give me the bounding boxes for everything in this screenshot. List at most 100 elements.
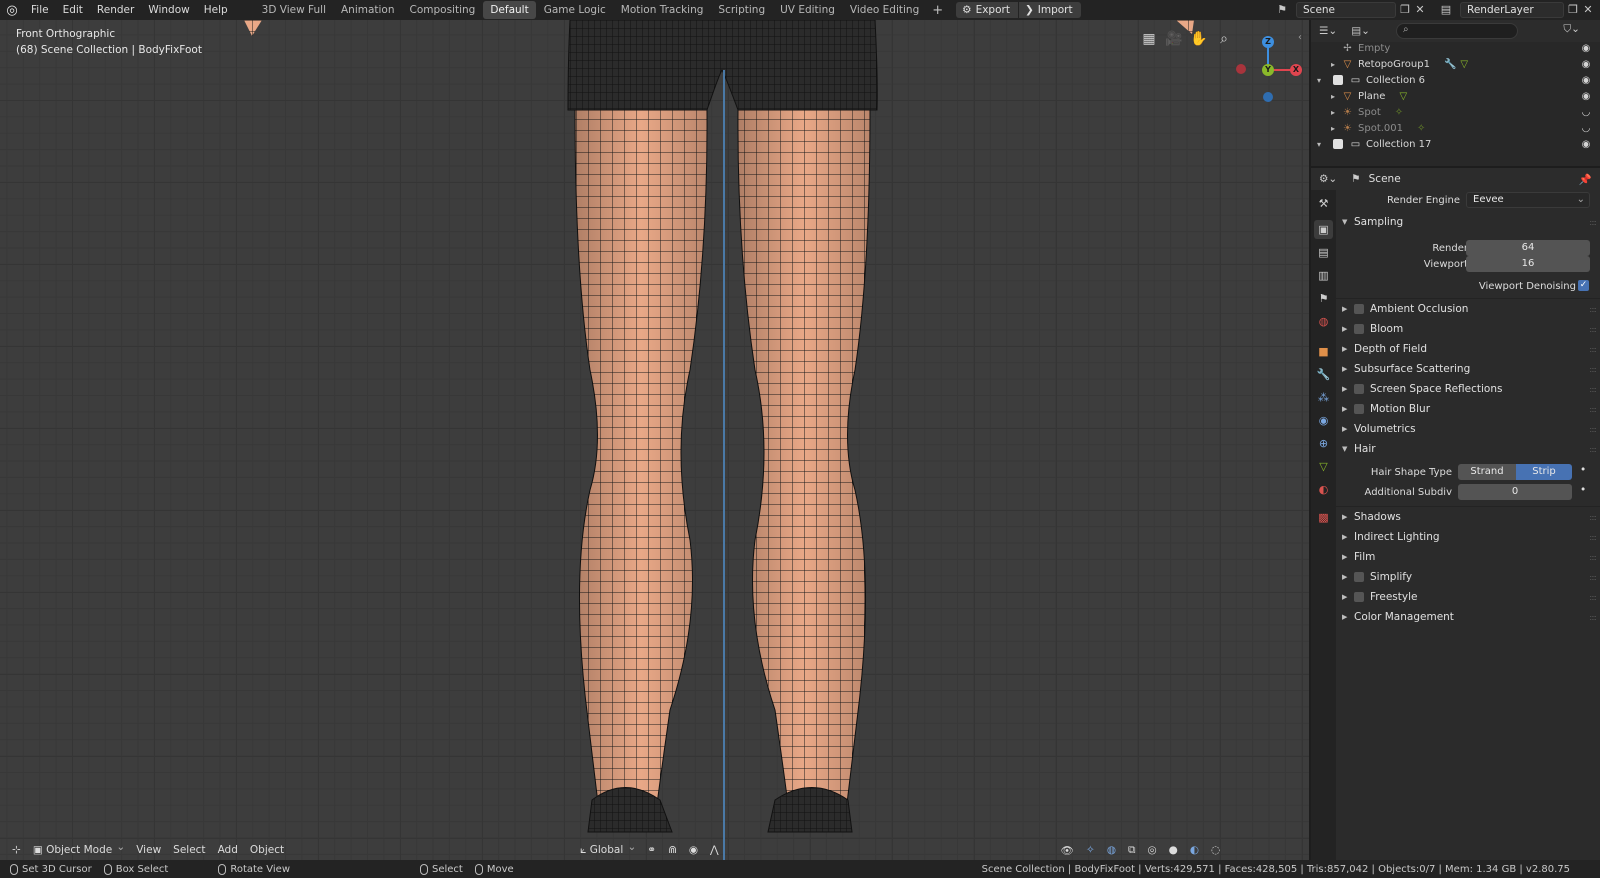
transform-orientation-selector[interactable]: ⟀ Global xyxy=(574,839,641,858)
gizmo-neg-z-axis[interactable] xyxy=(1263,92,1273,102)
expand-triangle-icon[interactable]: ▸ xyxy=(1331,124,1341,133)
screen-space-reflections-checkbox[interactable] xyxy=(1354,384,1364,394)
add-workspace-button[interactable]: + xyxy=(927,3,948,18)
snap-icon[interactable]: ⋒ xyxy=(662,844,683,856)
new-view-layer-icon[interactable]: ❐ xyxy=(1565,2,1581,18)
render-tab-icon[interactable]: ▣ xyxy=(1314,220,1333,239)
tab-uv-editing[interactable]: UV Editing xyxy=(773,1,842,19)
falloff-icon[interactable]: ⋀ xyxy=(704,844,725,856)
collection-checkbox[interactable] xyxy=(1333,75,1343,85)
mode-selector[interactable]: ▣ Object Mode xyxy=(27,839,130,858)
eye-icon[interactable]: ◉ xyxy=(1580,139,1592,150)
panel-grip-icon[interactable]: :::: xyxy=(1589,593,1597,602)
viewport-samples-field[interactable]: 16 xyxy=(1466,256,1590,272)
sampling-panel-header[interactable]: ▼ Sampling xyxy=(1342,216,1403,228)
gizmo-z-axis[interactable]: Z xyxy=(1262,36,1274,48)
view-layer-name-field[interactable]: RenderLayer xyxy=(1460,2,1564,18)
world-tab-icon[interactable]: ◍ xyxy=(1314,312,1333,331)
shading-solid-icon[interactable]: ● xyxy=(1163,844,1184,856)
eye-icon[interactable]: ◉ xyxy=(1580,91,1592,102)
blender-logo-icon[interactable]: ◎ xyxy=(0,0,24,20)
toolbar-collapse-icon[interactable]: ‹ xyxy=(1298,32,1308,48)
tab-3d-view-full[interactable]: 3D View Full xyxy=(255,1,333,19)
mesh-data-tab-icon[interactable]: ▽ xyxy=(1314,457,1333,476)
view-layer-tab-icon[interactable]: ▥ xyxy=(1314,266,1333,285)
panel-grip-icon[interactable]: :::: xyxy=(1589,218,1597,227)
eye-closed-icon[interactable]: ◡ xyxy=(1580,123,1592,134)
hair-panel-header[interactable]: ▼ Hair xyxy=(1342,443,1376,455)
outliner-row-spot[interactable]: ▸ ☀ Spot ✧ ◡ xyxy=(1311,104,1600,120)
panel-grip-icon[interactable]: :::: xyxy=(1589,425,1597,434)
shading-wireframe-icon[interactable]: ◎ xyxy=(1142,844,1163,856)
bloom-panel-header[interactable]: ▶ Bloom xyxy=(1342,323,1403,335)
menu-add[interactable]: Add xyxy=(212,844,244,856)
menu-object[interactable]: Object xyxy=(244,844,290,856)
modifier-tab-icon[interactable]: 🔧 xyxy=(1314,365,1333,384)
eye-closed-icon[interactable]: ◡ xyxy=(1580,107,1592,118)
shading-material-icon[interactable]: ◐ xyxy=(1184,844,1205,856)
filter-icon[interactable]: ⛉⌄ xyxy=(1563,23,1580,36)
panel-grip-icon[interactable]: :::: xyxy=(1589,305,1597,314)
panel-grip-icon[interactable]: :::: xyxy=(1589,405,1597,414)
gizmo-x-axis[interactable]: X xyxy=(1290,64,1302,76)
navigation-gizmo[interactable]: Z Y X xyxy=(1228,28,1302,102)
properties-editor-type-icon[interactable]: ⚙⌄ xyxy=(1319,173,1337,185)
new-scene-icon[interactable]: ❐ xyxy=(1397,2,1413,18)
depth-of-field-panel-header[interactable]: ▶ Depth of Field xyxy=(1342,343,1427,355)
keyframe-dot-icon[interactable]: • xyxy=(1580,484,1586,496)
panel-grip-icon[interactable]: :::: xyxy=(1589,513,1597,522)
outliner-row-plane[interactable]: ▸ ▽ Plane ▽ ◉ xyxy=(1311,88,1600,104)
gizmo-y-axis[interactable]: Y xyxy=(1262,64,1274,76)
visibility-icon[interactable]: 👁 xyxy=(1055,844,1080,857)
tab-animation[interactable]: Animation xyxy=(334,1,402,19)
tab-compositing[interactable]: Compositing xyxy=(403,1,483,19)
menu-file[interactable]: File xyxy=(24,0,56,20)
material-tab-icon[interactable]: ◐ xyxy=(1314,480,1333,499)
panel-grip-icon[interactable]: :::: xyxy=(1589,573,1597,582)
outliner-row-collection-17[interactable]: ▾ ▭ Collection 17 ◉ xyxy=(1311,136,1600,152)
collection-checkbox[interactable] xyxy=(1333,139,1343,149)
bloom-checkbox[interactable] xyxy=(1354,324,1364,334)
scene-tab-icon[interactable]: ⚑ xyxy=(1314,289,1333,308)
delete-view-layer-icon[interactable]: ✕ xyxy=(1580,2,1596,18)
editor-type-icon[interactable]: ⊹ xyxy=(6,844,27,856)
expand-triangle-icon[interactable]: ▸ xyxy=(1331,92,1341,101)
output-tab-icon[interactable]: ▤ xyxy=(1314,243,1333,262)
panel-grip-icon[interactable]: :::: xyxy=(1589,325,1597,334)
expand-triangle-icon[interactable]: ▸ xyxy=(1331,108,1341,117)
tool-tab-icon[interactable]: ⚒ xyxy=(1314,194,1333,213)
menu-help[interactable]: Help xyxy=(197,0,235,20)
tab-motion-tracking[interactable]: Motion Tracking xyxy=(614,1,711,19)
freestyle-panel-header[interactable]: ▶ Freestyle xyxy=(1342,591,1417,603)
pan-hand-icon[interactable]: ✋ xyxy=(1190,30,1208,48)
import-button[interactable]: ❯ Import xyxy=(1018,2,1081,18)
xray-toggle-icon[interactable]: ⧉ xyxy=(1122,844,1142,857)
delete-scene-icon[interactable]: ✕ xyxy=(1412,2,1428,18)
ambient-occlusion-checkbox[interactable] xyxy=(1354,304,1364,314)
color-management-panel-header[interactable]: ▶ Color Management xyxy=(1342,611,1454,623)
panel-grip-icon[interactable]: :::: xyxy=(1589,613,1597,622)
pin-icon[interactable]: 📌 xyxy=(1579,173,1592,186)
shadows-panel-header[interactable]: ▶ Shadows xyxy=(1342,511,1401,523)
outliner-row-retopogroup1[interactable]: ▸ ▽ RetopoGroup1 🔧 ▽ ◉ xyxy=(1311,56,1600,72)
motion-blur-checkbox[interactable] xyxy=(1354,404,1364,414)
physics-tab-icon[interactable]: ◉ xyxy=(1314,411,1333,430)
tab-video-editing[interactable]: Video Editing xyxy=(843,1,926,19)
outliner-editor-type-icon[interactable]: ☰⌄ xyxy=(1319,25,1337,37)
hair-strand-option[interactable]: Strand xyxy=(1458,464,1516,480)
gizmo-toggle-icon[interactable]: ✧ xyxy=(1080,844,1101,856)
volumetrics-panel-header[interactable]: ▶ Volumetrics xyxy=(1342,423,1416,435)
grid-toggle-icon[interactable]: ▦ xyxy=(1140,30,1158,48)
panel-grip-icon[interactable]: :::: xyxy=(1589,533,1597,542)
menu-select[interactable]: Select xyxy=(167,844,211,856)
menu-window[interactable]: Window xyxy=(141,0,196,20)
texture-tab-icon[interactable]: ▩ xyxy=(1314,508,1333,527)
freestyle-checkbox[interactable] xyxy=(1354,592,1364,602)
collapse-triangle-icon[interactable]: ▾ xyxy=(1317,140,1327,149)
tab-scripting[interactable]: Scripting xyxy=(711,1,772,19)
constraints-tab-icon[interactable]: ⊕ xyxy=(1314,434,1333,453)
film-panel-header[interactable]: ▶ Film xyxy=(1342,551,1375,563)
outliner-row-collection-6[interactable]: ▾ ▭ Collection 6 ◉ xyxy=(1311,72,1600,88)
additional-subdiv-field[interactable]: 0 xyxy=(1458,484,1572,500)
collapse-triangle-icon[interactable]: ▾ xyxy=(1317,76,1327,85)
